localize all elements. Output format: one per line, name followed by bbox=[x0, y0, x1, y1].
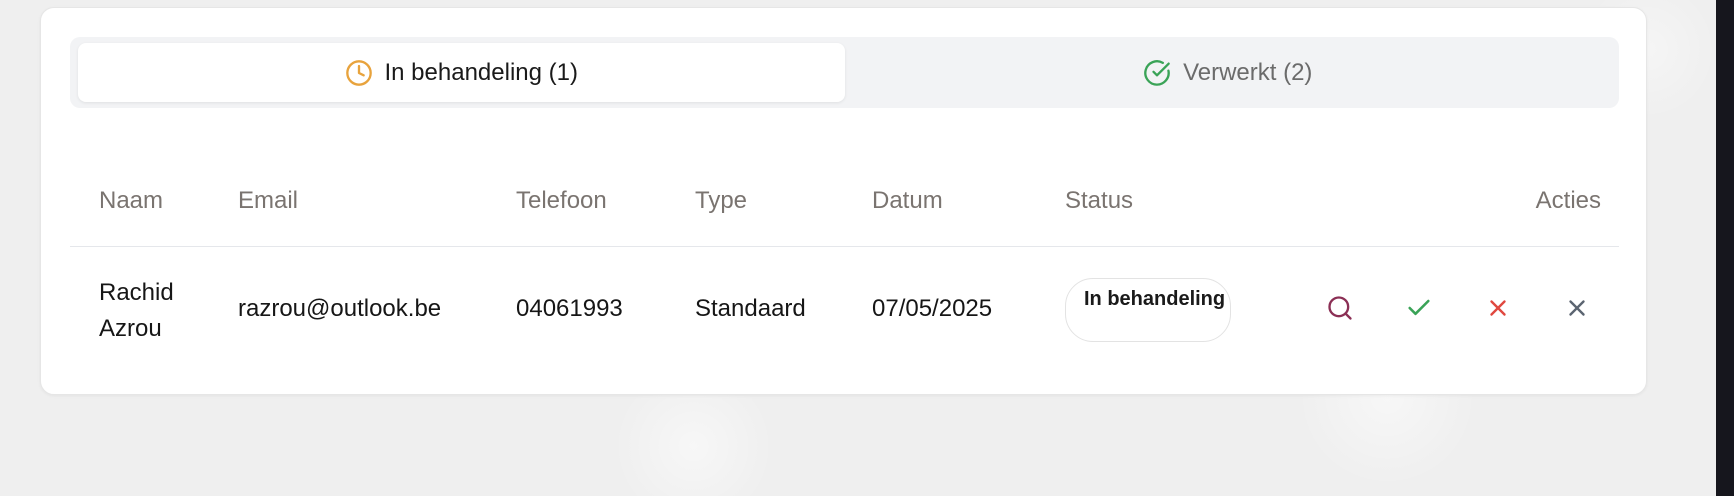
header-email: Email bbox=[238, 187, 299, 214]
approve-button[interactable] bbox=[1402, 293, 1436, 327]
view-button[interactable] bbox=[1323, 293, 1357, 327]
check-circle-icon bbox=[1143, 59, 1171, 87]
tab-verwerkt[interactable]: Verwerkt (2) bbox=[845, 43, 1612, 102]
requests-table: Naam Email Telefoon Type Datum Status Ac… bbox=[70, 163, 1619, 375]
cell-phone: 04061993 bbox=[516, 295, 623, 322]
header-status: Status bbox=[1065, 187, 1134, 214]
search-icon bbox=[1326, 294, 1354, 327]
check-icon bbox=[1405, 294, 1433, 327]
table-row: Rachid Azrou razrou@outlook.be 04061993 … bbox=[70, 247, 1619, 375]
header-telefoon: Telefoon bbox=[516, 187, 607, 214]
reject-button[interactable] bbox=[1481, 293, 1515, 327]
table-header: Naam Email Telefoon Type Datum Status Ac… bbox=[70, 163, 1619, 247]
status-tabs: In behandeling (1) Verwerkt (2) bbox=[70, 37, 1619, 108]
header-acties: Acties bbox=[1535, 187, 1601, 214]
reject-icon bbox=[1485, 295, 1511, 326]
header-datum: Datum bbox=[872, 187, 943, 214]
status-badge: In behandeling bbox=[1065, 278, 1231, 342]
delete-button[interactable] bbox=[1560, 293, 1594, 327]
close-icon bbox=[1564, 295, 1590, 326]
tab-label: Verwerkt (2) bbox=[1183, 58, 1313, 86]
tab-in-behandeling[interactable]: In behandeling (1) bbox=[78, 43, 845, 102]
requests-card: In behandeling (1) Verwerkt (2) Naam Ema… bbox=[40, 7, 1647, 395]
clock-icon bbox=[345, 59, 373, 87]
tab-label: In behandeling (1) bbox=[384, 58, 578, 86]
header-type: Type bbox=[695, 187, 748, 214]
cell-type: Standaard bbox=[695, 295, 806, 322]
header-naam: Naam bbox=[99, 187, 164, 214]
cell-name: Rachid Azrou bbox=[99, 279, 174, 342]
cell-date: 07/05/2025 bbox=[872, 295, 993, 322]
window-edge bbox=[1716, 0, 1734, 496]
cell-email: razrou@outlook.be bbox=[238, 295, 442, 322]
